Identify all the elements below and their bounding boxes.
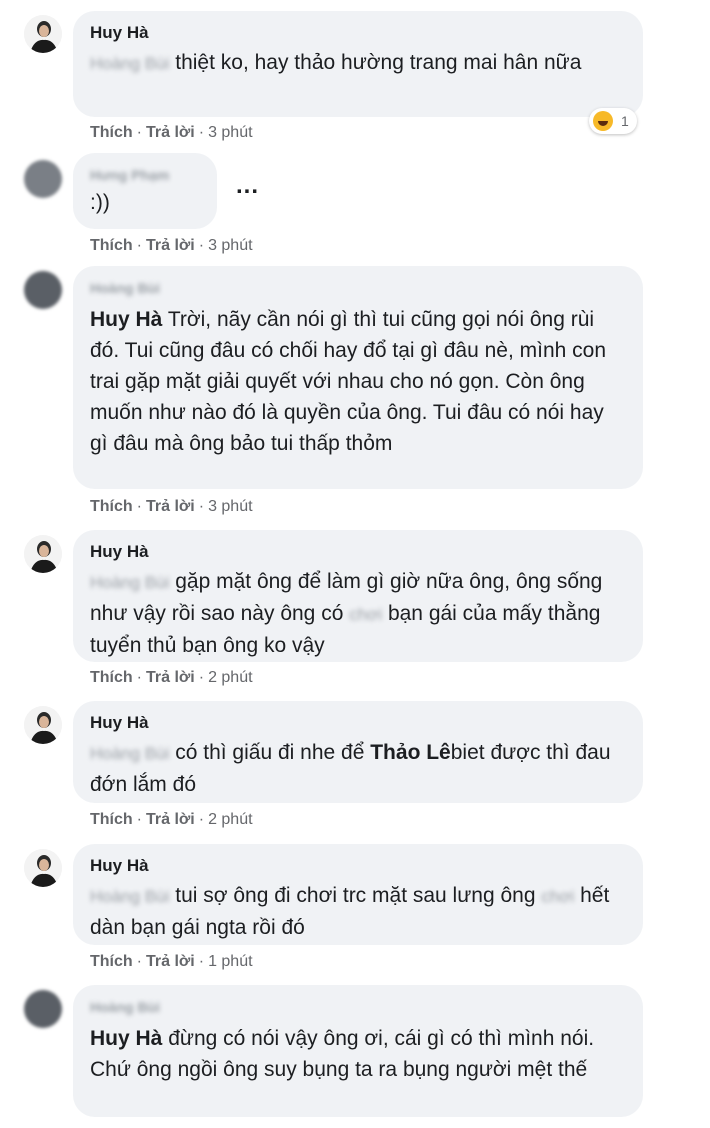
comment-time[interactable]: 2 phút <box>208 811 252 828</box>
hidden-word: chơi <box>349 605 383 624</box>
mention-blurred[interactable]: Hoàng Bùi <box>90 54 169 73</box>
reaction-badge[interactable]: 1 <box>589 108 637 134</box>
comment-author[interactable]: Huy Hà <box>90 23 626 43</box>
comment-author[interactable]: Hoàng Bùi <box>90 997 626 1017</box>
comment-time[interactable]: 3 phút <box>208 124 252 141</box>
comment-author[interactable]: Huy Hà <box>90 856 626 876</box>
mention-blurred[interactable]: Hoàng Bùi <box>90 744 169 763</box>
comment-time[interactable]: 1 phút <box>208 953 252 970</box>
like-link[interactable]: Thích <box>90 953 133 970</box>
comment-bubble: Hoàng Bùi Huy Hà đừng có nói vậy ông ơi,… <box>73 985 643 1117</box>
profile-photo-icon <box>24 849 62 887</box>
comment-actions: Thích · Trả lời · 2 phút <box>90 669 253 686</box>
reply-link[interactable]: Trả lời <box>146 953 195 970</box>
comment-text: Hoàng Bùi gặp mặt ông để làm gì giờ nữa … <box>90 570 603 657</box>
comment-actions: Thích · Trả lời · 3 phút <box>90 498 253 515</box>
like-link[interactable]: Thích <box>90 498 133 515</box>
mention-blurred[interactable]: Hoàng Bùi <box>90 573 169 592</box>
profile-photo-icon <box>24 535 62 573</box>
avatar[interactable] <box>24 535 62 573</box>
comment-bubble: Huy Hà Hoàng Bùi thiệt ko, hay thảo hườn… <box>73 11 643 117</box>
avatar[interactable] <box>24 706 62 744</box>
reply-link[interactable]: Trả lời <box>146 811 195 828</box>
like-link[interactable]: Thích <box>90 124 133 141</box>
comment-author[interactable]: Hưng Phạm <box>90 165 200 185</box>
haha-reaction-icon <box>593 111 613 131</box>
comment-bubble: Huy Hà Hoàng Bùi tui sợ ông đi chơi trc … <box>73 844 643 945</box>
avatar[interactable] <box>24 849 62 887</box>
comment-actions: Thích · Trả lời · 3 phút <box>90 237 253 254</box>
reply-link[interactable]: Trả lời <box>146 669 195 686</box>
profile-photo-icon <box>24 706 62 744</box>
avatar[interactable] <box>24 990 62 1028</box>
avatar[interactable] <box>24 271 62 309</box>
comment-text: Hoàng Bùi thiệt ko, hay thảo hường trang… <box>90 51 582 74</box>
comment-text: Hoàng Bùi tui sợ ông đi chơi trc mặt sau… <box>90 884 610 939</box>
mention-link[interactable]: Huy Hà <box>90 308 162 331</box>
comment-author[interactable]: Hoàng Bùi <box>90 278 626 298</box>
mention-link[interactable]: Thảo Lê <box>370 741 451 764</box>
comment-bubble: Hoàng Bùi Huy Hà Trời, nãy cần nói gì th… <box>73 266 643 489</box>
comment-text: Huy Hà đừng có nói vậy ông ơi, cái gì có… <box>90 1027 595 1081</box>
mention-blurred[interactable]: Hoàng Bùi <box>90 887 169 906</box>
comment-time[interactable]: 2 phút <box>208 669 252 686</box>
comment-bubble: Hưng Phạm :)) <box>73 153 217 229</box>
profile-photo-icon <box>24 15 62 53</box>
comment-bubble: Huy Hà Hoàng Bùi gặp mặt ông để làm gì g… <box>73 530 643 662</box>
mention-link[interactable]: Huy Hà <box>90 1027 162 1050</box>
comment-author[interactable]: Huy Hà <box>90 713 626 733</box>
comment-time[interactable]: 3 phút <box>208 237 252 254</box>
comment-actions: Thích · Trả lời · 2 phút <box>90 811 253 828</box>
avatar[interactable] <box>24 160 62 198</box>
like-link[interactable]: Thích <box>90 237 133 254</box>
comment-actions: Thích · Trả lời · 3 phút <box>90 124 253 141</box>
like-link[interactable]: Thích <box>90 669 133 686</box>
comment-text: Huy Hà Trời, nãy cần nói gì thì tui cũng… <box>90 308 607 455</box>
reply-link[interactable]: Trả lời <box>146 498 195 515</box>
hidden-word: chơi <box>541 887 575 906</box>
comment-bubble: Huy Hà Hoàng Bùi có thì giấu đi nhe để T… <box>73 701 643 803</box>
reply-link[interactable]: Trả lời <box>146 237 195 254</box>
avatar[interactable] <box>24 15 62 53</box>
like-link[interactable]: Thích <box>90 811 133 828</box>
comment-actions: Thích · Trả lời · 1 phút <box>90 953 253 970</box>
comment-text: :)) <box>90 191 110 214</box>
more-options-icon[interactable]: ... <box>236 172 259 200</box>
reply-link[interactable]: Trả lời <box>146 124 195 141</box>
comment-time[interactable]: 3 phút <box>208 498 252 515</box>
comment-text: Hoàng Bùi có thì giấu đi nhe để Thảo Lêb… <box>90 741 611 796</box>
comment-author[interactable]: Huy Hà <box>90 542 626 562</box>
